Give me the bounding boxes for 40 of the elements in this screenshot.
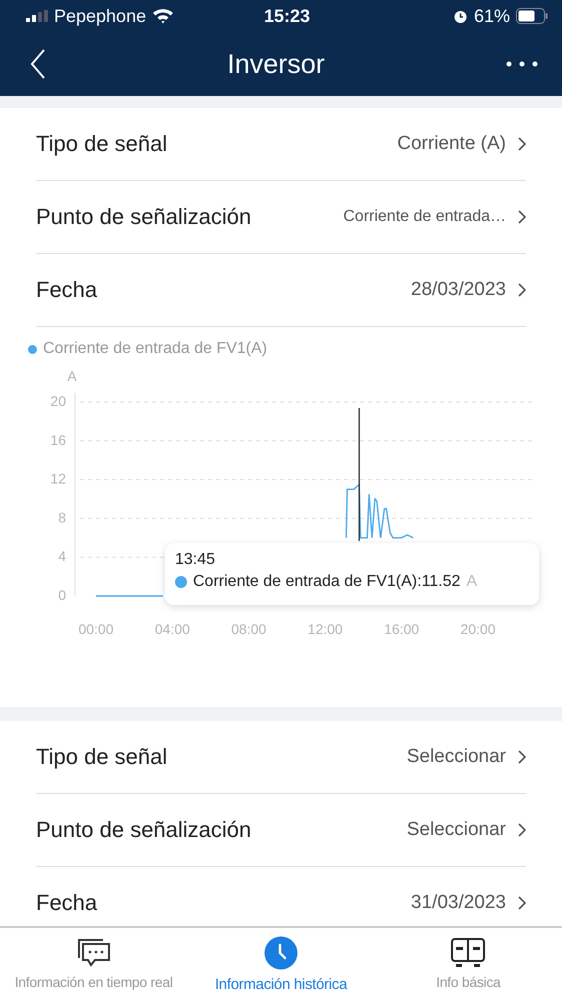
y-tick-label: 8 (58, 509, 66, 526)
chevron-icon (518, 210, 526, 224)
chevron-icon (518, 137, 526, 151)
tooltip-time: 13:45 (175, 551, 216, 569)
legend-label: Corriente de entrada de FV1(A) (43, 340, 268, 358)
y-tick-label: 4 (58, 548, 66, 564)
axis-unit: A (67, 368, 77, 384)
chevron-icon (518, 750, 526, 764)
bottom-tab[interactable]: Información histórica (187, 928, 375, 1000)
data-line (346, 482, 414, 538)
x-tick-label: 16:00 (384, 621, 420, 637)
tooltip-unit: A (466, 573, 478, 591)
y-tick-label: 0 (58, 587, 66, 603)
signal-icon (26, 10, 48, 22)
y-tick-label: 20 (50, 393, 66, 409)
chevron-icon (518, 283, 526, 297)
x-tick-label: 00:00 (78, 621, 114, 637)
series-dot (175, 576, 187, 588)
x-tick-label: 04:00 (154, 621, 190, 637)
data-line (96, 595, 163, 597)
cabinet-icon (451, 938, 486, 968)
clock-icon (264, 936, 298, 970)
battery-percent: 61% (474, 6, 510, 26)
x-tick-label: 08:00 (231, 621, 266, 637)
alarm-icon (452, 8, 468, 24)
wifi-icon (152, 8, 174, 24)
clock-time: 15:23 (264, 6, 310, 26)
y-tick-label: 12 (50, 470, 66, 487)
x-tick-label: 12:00 (308, 621, 343, 637)
more-button[interactable] (506, 61, 538, 67)
y-tick-label: 16 (50, 432, 66, 448)
page-title: Inversor (227, 48, 325, 80)
back-button[interactable] (30, 49, 46, 79)
x-tick-label: 20:00 (460, 621, 496, 637)
chat-icon (76, 938, 111, 968)
battery-icon (516, 8, 548, 24)
carrier-name: Pepephone (54, 6, 146, 26)
chevron-icon (518, 896, 526, 910)
tooltip-value: Corriente de entrada de FV1(A):11.52 (193, 573, 460, 591)
chevron-icon (518, 823, 526, 837)
